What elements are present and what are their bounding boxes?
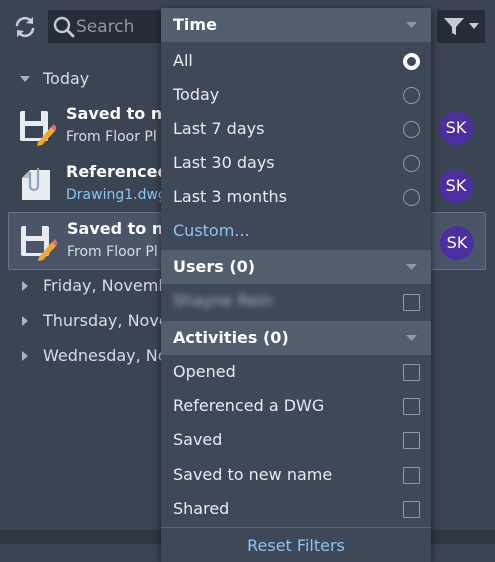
activity-option-shared[interactable]: Shared	[161, 492, 431, 526]
avatar: SK	[440, 226, 474, 260]
checkbox[interactable]	[403, 398, 420, 415]
custom-link[interactable]: Custom...	[173, 221, 250, 240]
radio-button[interactable]	[403, 87, 420, 104]
chevron-down-icon	[406, 22, 417, 28]
chevron-right-icon	[22, 281, 28, 291]
entry-title: Saved to ne	[67, 219, 175, 238]
filter-dropdown: Time All Today Last 7 days Last 30 days …	[161, 8, 431, 562]
chevron-down-icon	[20, 76, 30, 82]
search-box	[48, 10, 166, 43]
reset-filters-label: Reset Filters	[247, 536, 345, 555]
avatar: SK	[439, 111, 473, 145]
user-option[interactable]: Shayne Rein	[161, 285, 431, 319]
entry-subtitle: From Floor Pl	[67, 244, 158, 260]
time-option-last-7-days[interactable]: Last 7 days	[161, 112, 431, 146]
option-label: Today	[173, 85, 220, 104]
avatar: SK	[439, 169, 473, 203]
chevron-right-icon	[22, 316, 28, 326]
section-title: Activities (0)	[173, 328, 289, 347]
checkbox[interactable]	[403, 364, 420, 381]
time-option-today[interactable]: Today	[161, 78, 431, 112]
chevron-down-icon	[406, 335, 417, 341]
entry-subtitle: From Floor Pl	[66, 129, 157, 145]
radio-button[interactable]	[403, 121, 420, 138]
activity-option-referenced-dwg[interactable]: Referenced a DWG	[161, 389, 431, 423]
time-option-custom[interactable]: Custom...	[161, 214, 431, 248]
save-icon	[21, 226, 57, 261]
reset-filters-button[interactable]: Reset Filters	[161, 528, 431, 562]
funnel-icon	[444, 18, 464, 35]
checkbox[interactable]	[403, 294, 420, 311]
chevron-down-icon	[469, 23, 479, 29]
option-label: Saved	[173, 430, 223, 449]
time-option-last-30-days[interactable]: Last 30 days	[161, 146, 431, 180]
checkbox[interactable]	[403, 467, 420, 484]
entry-title: Saved to ne	[66, 104, 174, 123]
chevron-right-icon	[22, 351, 28, 361]
chevron-down-icon	[406, 264, 417, 270]
group-label: Friday, Novemb	[43, 276, 169, 295]
time-option-all[interactable]: All	[161, 44, 431, 78]
option-label: Saved to new name	[173, 465, 333, 484]
checkbox[interactable]	[403, 501, 420, 518]
entry-title: Referenced	[66, 162, 169, 181]
radio-button[interactable]	[403, 189, 420, 206]
option-label: Last 3 months	[173, 187, 287, 206]
section-title: Users (0)	[173, 257, 256, 276]
option-label: Referenced a DWG	[173, 396, 325, 415]
group-label: Thursday, Nove	[43, 311, 169, 330]
section-header-users[interactable]: Users (0)	[161, 250, 431, 284]
group-label: Today	[43, 69, 90, 88]
user-name: Shayne Rein	[173, 291, 273, 310]
attach-icon	[22, 168, 50, 200]
search-input[interactable]	[76, 10, 164, 43]
activity-option-saved[interactable]: Saved	[161, 423, 431, 457]
radio-button[interactable]	[403, 155, 420, 172]
group-label: Wednesday, No	[43, 346, 168, 365]
checkbox[interactable]	[403, 432, 420, 449]
option-label: Last 30 days	[173, 153, 275, 172]
refresh-icon	[15, 16, 35, 38]
section-header-activities[interactable]: Activities (0)	[161, 321, 431, 355]
entry-file-link[interactable]: Drawing1.dwg	[66, 187, 167, 203]
refresh-button[interactable]	[10, 12, 40, 42]
activity-option-opened[interactable]: Opened	[161, 355, 431, 389]
option-label: All	[173, 51, 193, 70]
radio-button-checked[interactable]	[403, 53, 420, 70]
filter-button[interactable]	[437, 10, 485, 43]
option-label: Opened	[173, 362, 236, 381]
save-icon	[20, 111, 56, 146]
section-title: Time	[173, 15, 217, 34]
time-option-last-3-months[interactable]: Last 3 months	[161, 180, 431, 214]
activity-option-saved-new-name[interactable]: Saved to new name	[161, 458, 431, 492]
option-label: Shared	[173, 499, 230, 518]
search-icon	[53, 16, 75, 38]
option-label: Last 7 days	[173, 119, 265, 138]
section-header-time[interactable]: Time	[161, 8, 431, 42]
